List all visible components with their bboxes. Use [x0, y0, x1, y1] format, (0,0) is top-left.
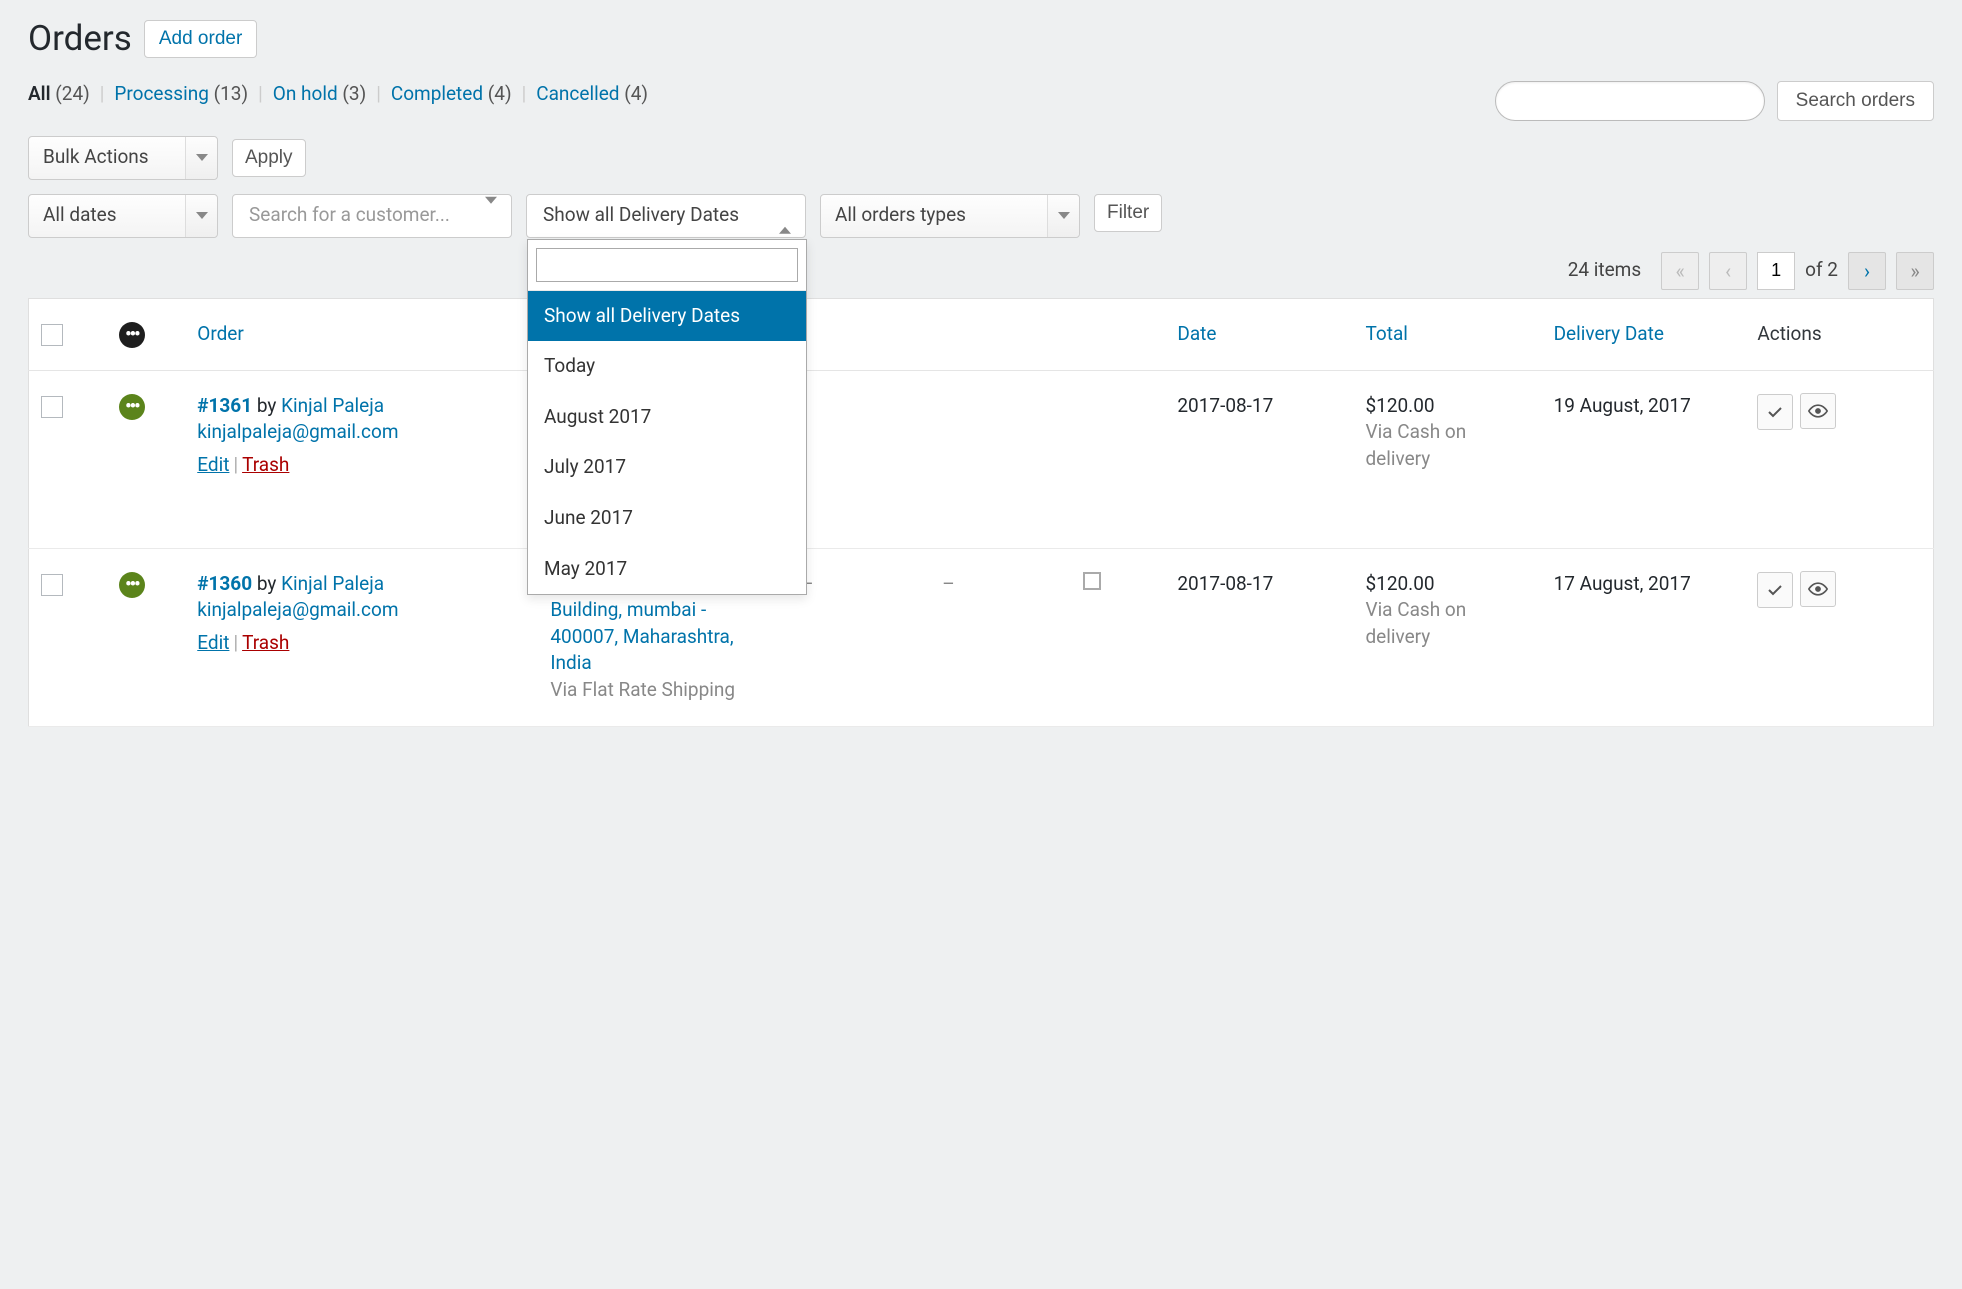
- filter-cancelled-count: (4): [624, 82, 648, 105]
- prev-page-button[interactable]: ‹: [1709, 252, 1747, 290]
- customer-search-placeholder: Search for a customer...: [249, 202, 450, 229]
- customer-link[interactable]: Kinjal Paleja: [281, 572, 384, 595]
- customer-email-link[interactable]: kinjalpaleja@gmail.com: [197, 598, 398, 621]
- eye-icon: [1808, 404, 1828, 418]
- column-total[interactable]: Total: [1353, 298, 1541, 370]
- dropdown-option-today[interactable]: Today: [528, 341, 806, 392]
- delivery-date-value: 17 August, 2017: [1542, 548, 1746, 726]
- filter-cancelled[interactable]: Cancelled: [536, 82, 619, 105]
- column-delivery-date[interactable]: Delivery Date: [1542, 298, 1746, 370]
- order-total: $120.00: [1365, 572, 1434, 595]
- order-types-select[interactable]: All orders types: [820, 194, 1080, 238]
- chevron-down-icon: [185, 137, 217, 179]
- filter-onhold[interactable]: On hold: [273, 82, 338, 105]
- trash-link[interactable]: Trash: [242, 631, 289, 654]
- dropdown-option-june[interactable]: June 2017: [528, 493, 806, 544]
- first-page-button[interactable]: «: [1661, 252, 1699, 290]
- page-title: Orders: [28, 14, 132, 63]
- filter-completed[interactable]: Completed: [391, 82, 483, 105]
- filter-completed-count: (4): [488, 82, 512, 105]
- select-all-checkbox[interactable]: [41, 324, 63, 346]
- bulk-actions-select[interactable]: Bulk Actions: [28, 136, 218, 180]
- ship-via: Via Flat Rate Shipping: [550, 678, 735, 701]
- table-row: ••• #1360 by Kinjal Paleja kinjalpaleja@…: [29, 548, 1934, 726]
- dropdown-option-may[interactable]: May 2017: [528, 544, 806, 595]
- dropdown-search-input[interactable]: [536, 248, 798, 282]
- payment-via: Via Cash on delivery: [1365, 598, 1466, 648]
- table-header-row: ••• Order Ship to Date Total Delivery Da…: [29, 298, 1934, 370]
- status-processing-icon: •••: [119, 394, 145, 420]
- search-orders-input[interactable]: [1495, 81, 1765, 121]
- chevron-down-icon: [485, 202, 497, 229]
- view-action-button[interactable]: [1800, 393, 1836, 429]
- check-icon: [1768, 407, 1782, 418]
- notes-dash: –: [942, 572, 954, 595]
- complete-action-button[interactable]: [1757, 572, 1793, 608]
- next-page-button[interactable]: ›: [1848, 252, 1886, 290]
- dropdown-option-all[interactable]: Show all Delivery Dates: [528, 291, 806, 342]
- filter-all[interactable]: All: [28, 82, 51, 105]
- status-filter-tabs: All (24) | Processing (13) | On hold (3)…: [28, 81, 648, 108]
- dates-filter-label: All dates: [43, 202, 117, 229]
- order-date: 2017-08-17: [1165, 370, 1353, 548]
- dropdown-option-august[interactable]: August 2017: [528, 392, 806, 443]
- edit-link[interactable]: Edit: [197, 453, 229, 476]
- dropdown-search-wrap: [528, 240, 806, 291]
- bulk-actions-label: Bulk Actions: [43, 144, 149, 171]
- order-id-link[interactable]: #1361: [197, 394, 252, 417]
- delivery-dates-label: Show all Delivery Dates: [543, 202, 739, 229]
- payment-via: Via Cash on delivery: [1365, 420, 1466, 470]
- order-total: $120.00: [1365, 394, 1434, 417]
- edit-link[interactable]: Edit: [197, 631, 229, 654]
- trash-link[interactable]: Trash: [242, 453, 289, 476]
- orders-table: ••• Order Ship to Date Total Delivery Da…: [28, 298, 1934, 727]
- by-text: by: [252, 572, 281, 595]
- order-date: 2017-08-17: [1165, 548, 1353, 726]
- complete-action-button[interactable]: [1757, 394, 1793, 430]
- note-icon: [1083, 572, 1101, 590]
- delivery-dates-combo[interactable]: Show all Delivery Dates Show all Deliver…: [526, 194, 806, 238]
- column-actions: Actions: [1745, 298, 1933, 370]
- customer-email-link[interactable]: kinjalpaleja@gmail.com: [197, 420, 398, 443]
- delivery-date-value: 19 August, 2017: [1542, 370, 1746, 548]
- delivery-dates-dropdown: Show all Delivery Dates Today August 201…: [527, 239, 807, 596]
- customer-link[interactable]: Kinjal Paleja: [281, 394, 384, 417]
- page-of-text: of 2: [1805, 257, 1838, 284]
- column-date[interactable]: Date: [1165, 298, 1353, 370]
- chevron-down-icon: [1047, 195, 1079, 237]
- filter-processing[interactable]: Processing: [114, 82, 209, 105]
- dates-filter-select[interactable]: All dates: [28, 194, 218, 238]
- column-order[interactable]: Order: [185, 298, 538, 370]
- table-row: ••• #1361 by Kinjal Paleja kinjalpaleja@…: [29, 370, 1934, 548]
- current-page-input[interactable]: [1757, 252, 1795, 290]
- chevron-up-icon: [779, 202, 791, 229]
- search-orders-button[interactable]: Search orders: [1777, 81, 1934, 121]
- chevron-down-icon: [185, 195, 217, 237]
- filter-button[interactable]: Filter: [1094, 194, 1162, 232]
- filter-onhold-count: (3): [342, 82, 366, 105]
- add-order-button[interactable]: Add order: [144, 20, 257, 58]
- row-checkbox[interactable]: [41, 574, 63, 596]
- order-types-label: All orders types: [835, 202, 966, 229]
- items-count: 24 items: [1568, 257, 1641, 284]
- dropdown-option-july[interactable]: July 2017: [528, 442, 806, 493]
- filter-processing-count: (13): [214, 82, 248, 105]
- row-checkbox[interactable]: [41, 396, 63, 418]
- check-icon: [1768, 585, 1782, 596]
- last-page-button[interactable]: »: [1896, 252, 1934, 290]
- filter-all-count: (24): [55, 82, 89, 105]
- order-id-link[interactable]: #1360: [197, 572, 252, 595]
- by-text: by: [252, 394, 281, 417]
- apply-button[interactable]: Apply: [232, 139, 306, 177]
- eye-icon: [1808, 582, 1828, 596]
- status-processing-icon: •••: [119, 572, 145, 598]
- view-action-button[interactable]: [1800, 571, 1836, 607]
- customer-search-combo[interactable]: Search for a customer...: [232, 194, 512, 238]
- status-column-icon: •••: [119, 322, 145, 348]
